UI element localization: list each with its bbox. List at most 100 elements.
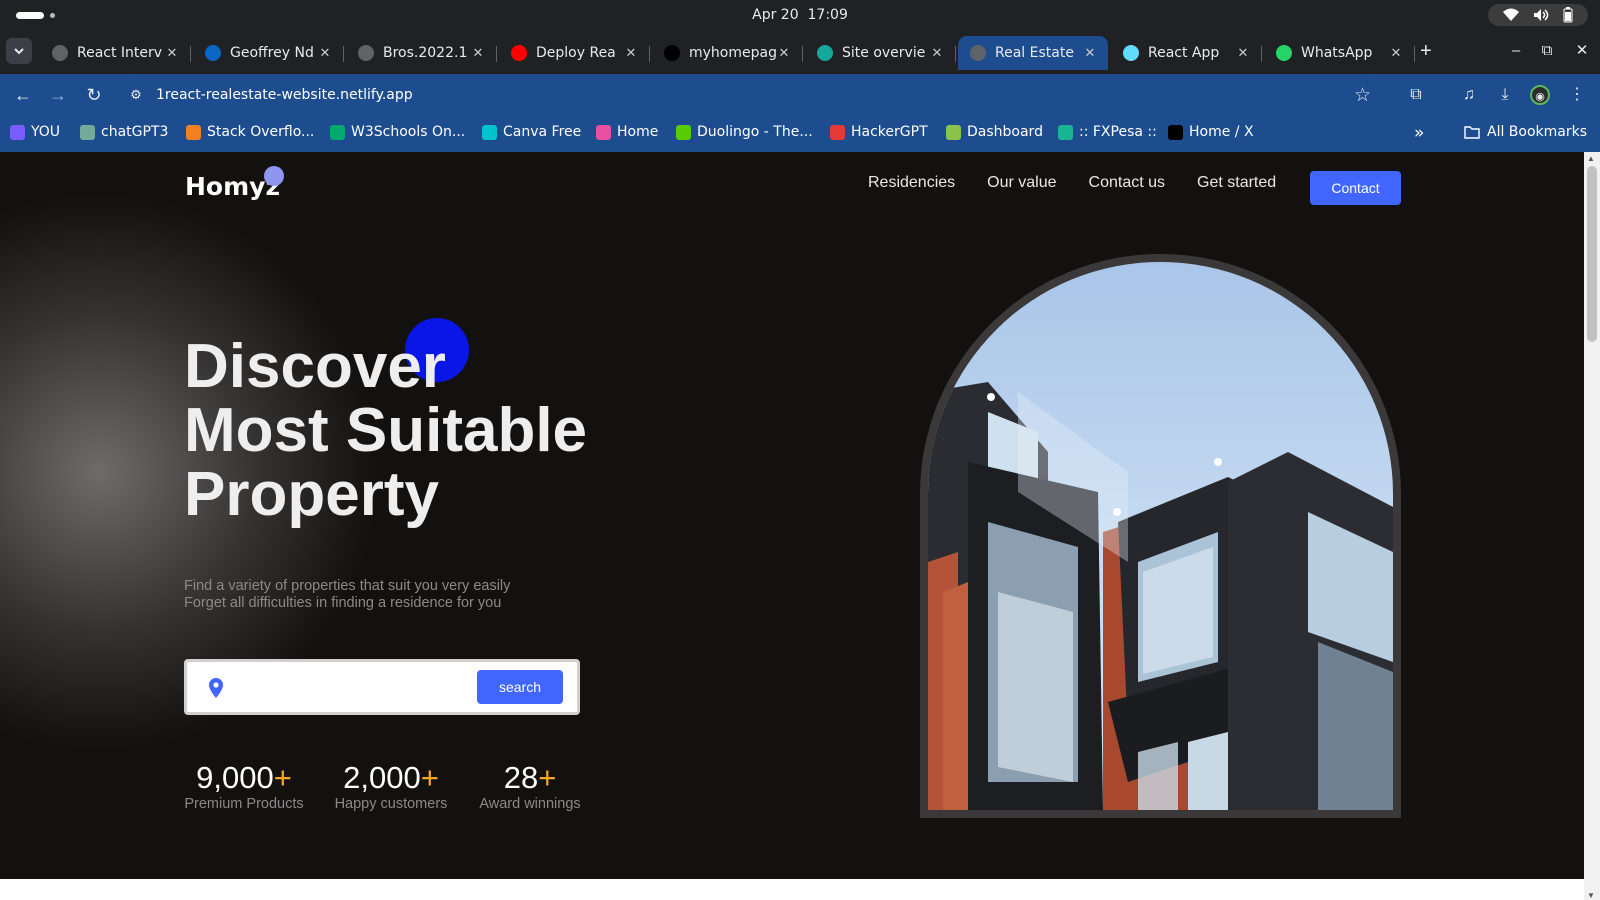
scroll-down-arrow[interactable]: ▼: [1587, 891, 1595, 900]
bookmark-item[interactable]: Dashboard: [946, 124, 1043, 140]
back-button[interactable]: ←: [12, 84, 34, 106]
bookmark-item[interactable]: W3Schools On...: [330, 124, 465, 140]
bookmark-label: Dashboard: [967, 124, 1043, 140]
contact-button[interactable]: Contact: [1310, 171, 1401, 205]
tab-title: React Interv: [77, 45, 163, 61]
tab-title: Site overvie: [842, 45, 926, 61]
openai-icon: [80, 124, 95, 140]
nav-link[interactable]: Contact us: [1089, 174, 1165, 192]
bookmark-item[interactable]: :: FXPesa ::: [1058, 124, 1157, 140]
tab-separator: [343, 46, 344, 62]
hero-title-line: Property: [184, 460, 439, 529]
media-control-icon[interactable]: ♫: [1458, 84, 1480, 106]
bookmark-item[interactable]: Home: [596, 124, 658, 140]
hero-title-line: Most Suitable: [184, 396, 588, 465]
address-bar[interactable]: ⚙ 1react-realestate-website.netlify.app …: [120, 79, 1386, 111]
stat-number: 9,000+: [196, 760, 292, 795]
extensions-icon[interactable]: ⧉: [1405, 84, 1427, 106]
location-search-input[interactable]: [241, 674, 441, 702]
browser-tab[interactable]: Geoffrey Nd ✕: [193, 36, 344, 70]
system-tray[interactable]: [1488, 4, 1588, 26]
close-tab-icon[interactable]: ✕: [317, 46, 333, 61]
folder-icon: [1464, 125, 1480, 139]
bookmark-label: :: FXPesa ::: [1079, 124, 1157, 140]
browser-tab[interactable]: Deploy Rea ✕: [499, 36, 650, 70]
stat-label: Award winnings: [479, 796, 581, 812]
tab-search-button[interactable]: [6, 38, 32, 64]
tab-separator: [496, 46, 497, 62]
cube-icon: [946, 124, 961, 140]
new-tab-button[interactable]: +: [1420, 41, 1432, 61]
minimize-button[interactable]: –: [1508, 43, 1524, 58]
stat-number: 28+: [503, 760, 557, 795]
wifi-icon: [1503, 8, 1519, 21]
close-tab-icon[interactable]: ✕: [470, 46, 486, 61]
w3schools-icon: [330, 124, 345, 140]
tab-separator: [955, 46, 956, 62]
bookmark-item[interactable]: Canva Free: [482, 124, 581, 140]
bookmark-item[interactable]: YOU: [10, 124, 60, 140]
close-tab-icon[interactable]: ✕: [1388, 46, 1404, 61]
scrollbar-thumb[interactable]: [1587, 166, 1597, 342]
browser-tab[interactable]: Site overvie ✕: [805, 36, 956, 70]
bookmark-label: Home / X: [1189, 124, 1254, 140]
scroll-up-arrow[interactable]: ▲: [1587, 154, 1595, 163]
tab-title: Deploy Rea: [536, 45, 616, 61]
vertical-scrollbar[interactable]: ▲ ▼: [1584, 152, 1600, 900]
all-bookmarks-button[interactable]: All Bookmarks: [1464, 124, 1587, 140]
bookmark-item[interactable]: HackerGPT: [830, 124, 928, 140]
nav-link[interactable]: Residencies: [868, 174, 955, 192]
profile-avatar[interactable]: ◉: [1530, 85, 1550, 105]
url-text[interactable]: 1react-realestate-website.netlify.app: [156, 87, 1354, 103]
bookmark-item[interactable]: chatGPT3: [80, 124, 168, 140]
close-tab-icon[interactable]: ✕: [164, 46, 180, 61]
you-icon: [10, 124, 25, 140]
download-icon[interactable]: ⤓: [1494, 84, 1516, 106]
bookmark-label: Duolingo - The...: [697, 124, 813, 140]
location-pin-icon: [209, 678, 223, 698]
browser-tab[interactable]: Real Estate ✕: [958, 36, 1108, 70]
browser-tab[interactable]: Bros.2022.1 ✕: [346, 36, 497, 70]
close-tab-icon[interactable]: ✕: [1235, 46, 1251, 61]
tab-title: Real Estate: [995, 45, 1074, 61]
stackoverflow-icon: [186, 124, 201, 140]
browser-tab[interactable]: WhatsApp ✕: [1264, 36, 1415, 70]
bookmark-label: chatGPT3: [101, 124, 169, 140]
whatsapp-icon: [1276, 45, 1292, 61]
hero-image-frame: [920, 254, 1401, 818]
bookmark-label: Canva Free: [503, 124, 582, 140]
menu-icon[interactable]: ⋮: [1566, 84, 1588, 106]
bookmark-item[interactable]: Home / X: [1168, 124, 1254, 140]
browser-tab[interactable]: React App ✕: [1111, 36, 1262, 70]
close-tab-icon[interactable]: ✕: [623, 46, 639, 61]
fxpesa-icon: [1058, 124, 1073, 140]
hero-building-image: [928, 262, 1393, 810]
stat-award-winnings: 28+ Award winnings: [478, 760, 582, 812]
nav-link[interactable]: Our value: [987, 174, 1056, 192]
reload-button[interactable]: ↻: [83, 84, 105, 106]
close-tab-icon[interactable]: ✕: [1082, 46, 1098, 61]
tab-title: myhomepag: [689, 45, 776, 61]
globe-icon: [358, 45, 374, 61]
hero-subtitle-line: Find a variety of properties that suit y…: [184, 578, 511, 594]
close-window-button[interactable]: ✕: [1574, 43, 1590, 58]
close-tab-icon[interactable]: ✕: [929, 46, 945, 61]
restore-button[interactable]: ⧉: [1539, 43, 1555, 58]
forward-button[interactable]: →: [47, 84, 69, 106]
browser-tab[interactable]: React Interv ✕: [40, 36, 191, 70]
bookmark-item[interactable]: Duolingo - The...: [676, 124, 813, 140]
tab-separator: [1414, 46, 1415, 62]
nav-link[interactable]: Get started: [1197, 174, 1276, 192]
browser-tab[interactable]: myhomepag ✕: [652, 36, 803, 70]
site-info-icon[interactable]: ⚙: [126, 88, 146, 103]
github-icon: [664, 45, 680, 61]
search-button[interactable]: search: [477, 670, 563, 704]
stat-label: Happy customers: [334, 796, 448, 812]
tab-title: WhatsApp: [1301, 45, 1373, 61]
tab-strip: React Interv ✕ Geoffrey Nd ✕ Bros.2022.1 ✕ Dep…: [0, 30, 1600, 74]
more-bookmarks-icon[interactable]: »: [1414, 123, 1424, 143]
bookmark-item[interactable]: Stack Overflo...: [186, 124, 314, 140]
bookmark-star-icon[interactable]: ☆: [1354, 84, 1376, 106]
close-tab-icon[interactable]: ✕: [776, 46, 792, 61]
system-clock[interactable]: Apr 20 17:09: [0, 7, 1600, 23]
